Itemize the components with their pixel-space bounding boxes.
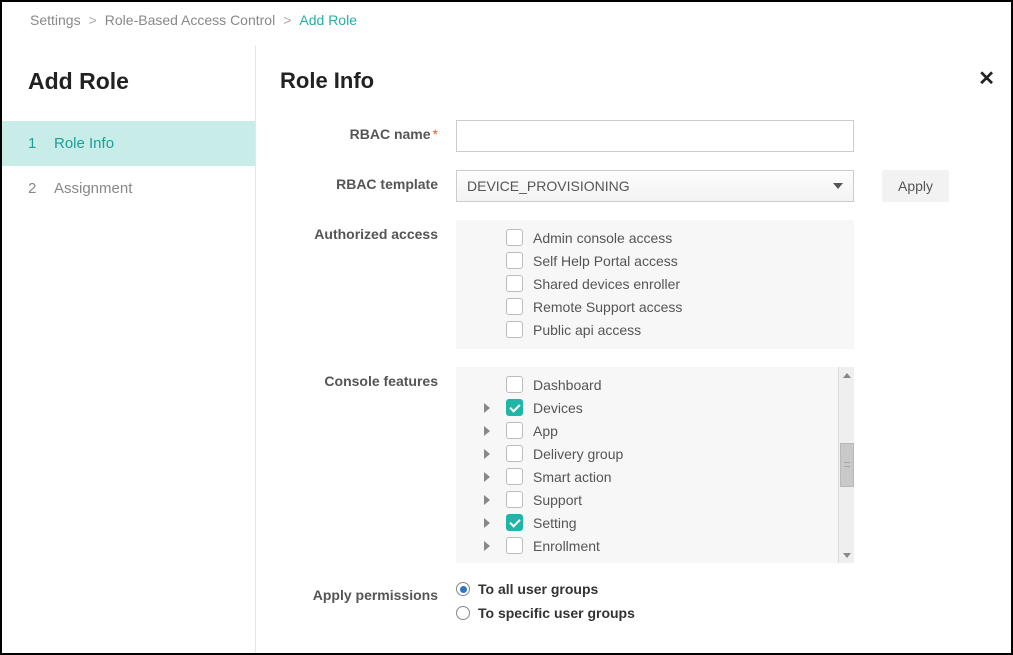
- page-title: Add Role: [2, 68, 255, 121]
- scroll-up-icon[interactable]: [839, 367, 854, 383]
- scroll-down-icon[interactable]: [839, 547, 854, 563]
- authorized-access-panel: Admin console access Self Help Portal ac…: [456, 220, 854, 349]
- radio-row: To all user groups: [456, 581, 854, 597]
- expand-icon[interactable]: [484, 495, 490, 505]
- section-title: Role Info: [280, 68, 989, 94]
- rbac-template-select[interactable]: DEVICE_PROVISIONING: [456, 170, 854, 202]
- checkbox-public-api-access[interactable]: [506, 321, 523, 338]
- expand-icon[interactable]: [484, 518, 490, 528]
- checkbox-label: Support: [533, 492, 582, 508]
- checkbox-row: Devices: [456, 396, 854, 419]
- checkbox-shared-devices-enroller[interactable]: [506, 275, 523, 292]
- checkbox-app[interactable]: [506, 422, 523, 439]
- checkbox-self-help-portal-access[interactable]: [506, 252, 523, 269]
- checkbox-row: Remote Support access: [456, 295, 854, 318]
- wizard-step-role-info[interactable]: 1 Role Info: [2, 121, 255, 166]
- breadcrumb-item[interactable]: Role-Based Access Control: [105, 12, 275, 28]
- checkbox-label: Dashboard: [533, 377, 602, 393]
- radio-specific-user-groups[interactable]: [456, 606, 470, 620]
- checkbox-label: Shared devices enroller: [533, 276, 680, 292]
- radio-all-user-groups[interactable]: [456, 582, 470, 596]
- checkbox-row: Delivery group: [456, 442, 854, 465]
- checkbox-label: Remote Support access: [533, 299, 682, 315]
- breadcrumb: Settings > Role-Based Access Control > A…: [2, 2, 1011, 46]
- wizard-sidebar: Add Role 1 Role Info 2 Assignment: [2, 46, 256, 653]
- checkbox-row: Public api access: [456, 318, 854, 341]
- rbac-template-label: RBAC template: [280, 170, 456, 192]
- expand-icon[interactable]: [484, 426, 490, 436]
- checkbox-enrollment[interactable]: [506, 537, 523, 554]
- checkbox-row: App: [456, 419, 854, 442]
- checkbox-label: Admin console access: [533, 230, 672, 246]
- checkbox-row: Self Help Portal access: [456, 249, 854, 272]
- checkbox-devices[interactable]: [506, 399, 523, 416]
- radio-row: To specific user groups: [456, 605, 854, 621]
- checkbox-row: Smart action: [456, 465, 854, 488]
- checkbox-delivery-group[interactable]: [506, 445, 523, 462]
- expand-icon[interactable]: [484, 403, 490, 413]
- step-label: Role Info: [54, 135, 114, 152]
- checkbox-label: Devices: [533, 400, 583, 416]
- console-features-label: Console features: [280, 367, 456, 389]
- checkbox-support[interactable]: [506, 491, 523, 508]
- checkbox-row: Support: [456, 488, 854, 511]
- select-value: DEVICE_PROVISIONING: [467, 178, 630, 194]
- checkbox-label: Enrollment: [533, 538, 600, 554]
- breadcrumb-separator: >: [89, 12, 97, 28]
- step-number: 1: [28, 135, 42, 152]
- checkbox-label: Delivery group: [533, 446, 623, 462]
- checkbox-label: App: [533, 423, 558, 439]
- main-panel: ✕ Role Info RBAC name* RBAC template DEV…: [256, 46, 1011, 653]
- chevron-down-icon: [833, 183, 843, 189]
- radio-label: To all user groups: [478, 581, 598, 597]
- checkbox-label: Self Help Portal access: [533, 253, 678, 269]
- required-indicator: *: [433, 126, 438, 142]
- rbac-name-label: RBAC name*: [280, 120, 456, 142]
- expand-icon[interactable]: [484, 472, 490, 482]
- checkbox-smart-action[interactable]: [506, 468, 523, 485]
- wizard-step-assignment[interactable]: 2 Assignment: [2, 166, 255, 211]
- step-label: Assignment: [54, 180, 132, 197]
- checkbox-row: Dashboard: [456, 373, 854, 396]
- authorized-access-label: Authorized access: [280, 220, 456, 242]
- apply-button[interactable]: Apply: [882, 170, 949, 202]
- close-icon[interactable]: ✕: [978, 66, 995, 91]
- scrollbar[interactable]: [838, 367, 854, 563]
- apply-permissions-label: Apply permissions: [280, 581, 456, 603]
- checkbox-label: Setting: [533, 515, 577, 531]
- checkbox-dashboard[interactable]: [506, 376, 523, 393]
- scrollbar-thumb[interactable]: [840, 443, 854, 487]
- checkbox-label: Public api access: [533, 322, 641, 338]
- expand-icon[interactable]: [484, 541, 490, 551]
- radio-label: To specific user groups: [478, 605, 635, 621]
- breadcrumb-item[interactable]: Settings: [30, 12, 81, 28]
- checkbox-row: Shared devices enroller: [456, 272, 854, 295]
- checkbox-row: Admin console access: [456, 226, 854, 249]
- breadcrumb-separator: >: [283, 12, 291, 28]
- breadcrumb-current: Add Role: [299, 12, 357, 28]
- checkbox-remote-support-access[interactable]: [506, 298, 523, 315]
- checkbox-row: Enrollment: [456, 534, 854, 557]
- checkbox-label: Smart action: [533, 469, 612, 485]
- checkbox-admin-console-access[interactable]: [506, 229, 523, 246]
- checkbox-setting[interactable]: [506, 514, 523, 531]
- expand-icon[interactable]: [484, 449, 490, 459]
- rbac-name-input[interactable]: [456, 120, 854, 152]
- console-features-panel: Dashboard Devices App: [456, 367, 854, 563]
- step-number: 2: [28, 180, 42, 197]
- checkbox-row: Setting: [456, 511, 854, 534]
